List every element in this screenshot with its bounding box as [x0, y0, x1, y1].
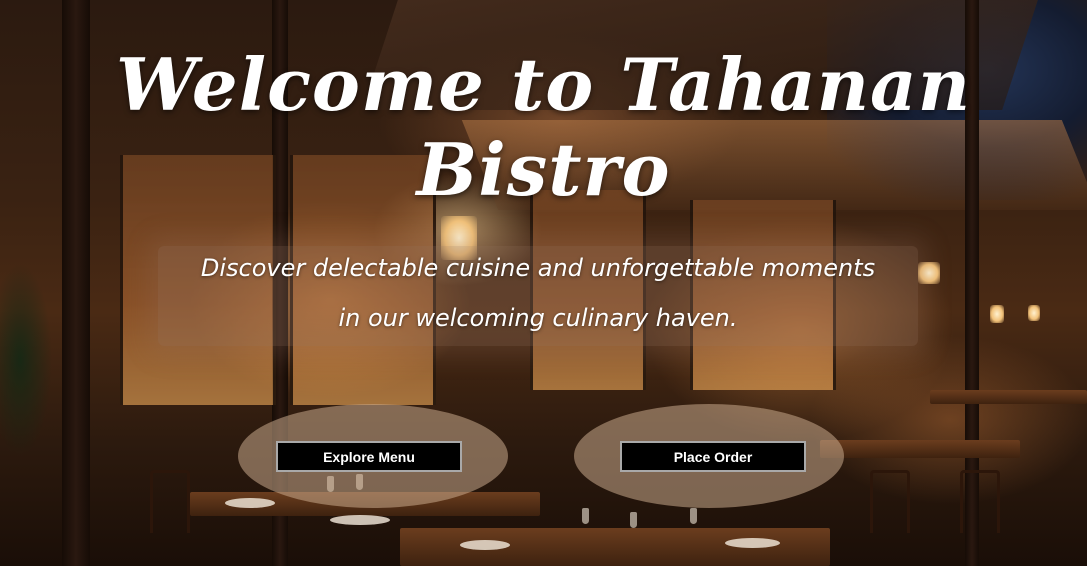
wine-glass	[690, 508, 697, 524]
chair	[960, 470, 1000, 533]
plate	[225, 498, 275, 508]
welcome-title: Welcome to Tahanan Bistro	[115, 42, 972, 212]
plate	[330, 515, 390, 525]
wall-lamp	[1028, 305, 1040, 321]
explore-menu-button[interactable]: Explore Menu	[276, 441, 462, 472]
dining-table	[930, 390, 1087, 404]
plate	[725, 538, 780, 548]
dining-table	[820, 440, 1020, 458]
tagline-line-1: Discover delectable cuisine and unforget…	[200, 254, 876, 282]
potted-plant	[0, 240, 70, 566]
chair	[870, 470, 910, 533]
chair	[150, 470, 190, 533]
tagline-line-2: in our welcoming culinary haven.	[338, 304, 738, 332]
wall-lamp	[990, 305, 1004, 323]
wine-glass	[582, 508, 589, 524]
wine-glass	[630, 512, 637, 528]
plate	[460, 540, 510, 550]
wall-lamp	[918, 262, 940, 284]
hero-section: Welcome to Tahanan Bistro Discover delec…	[0, 0, 1087, 566]
place-order-button[interactable]: Place Order	[620, 441, 806, 472]
